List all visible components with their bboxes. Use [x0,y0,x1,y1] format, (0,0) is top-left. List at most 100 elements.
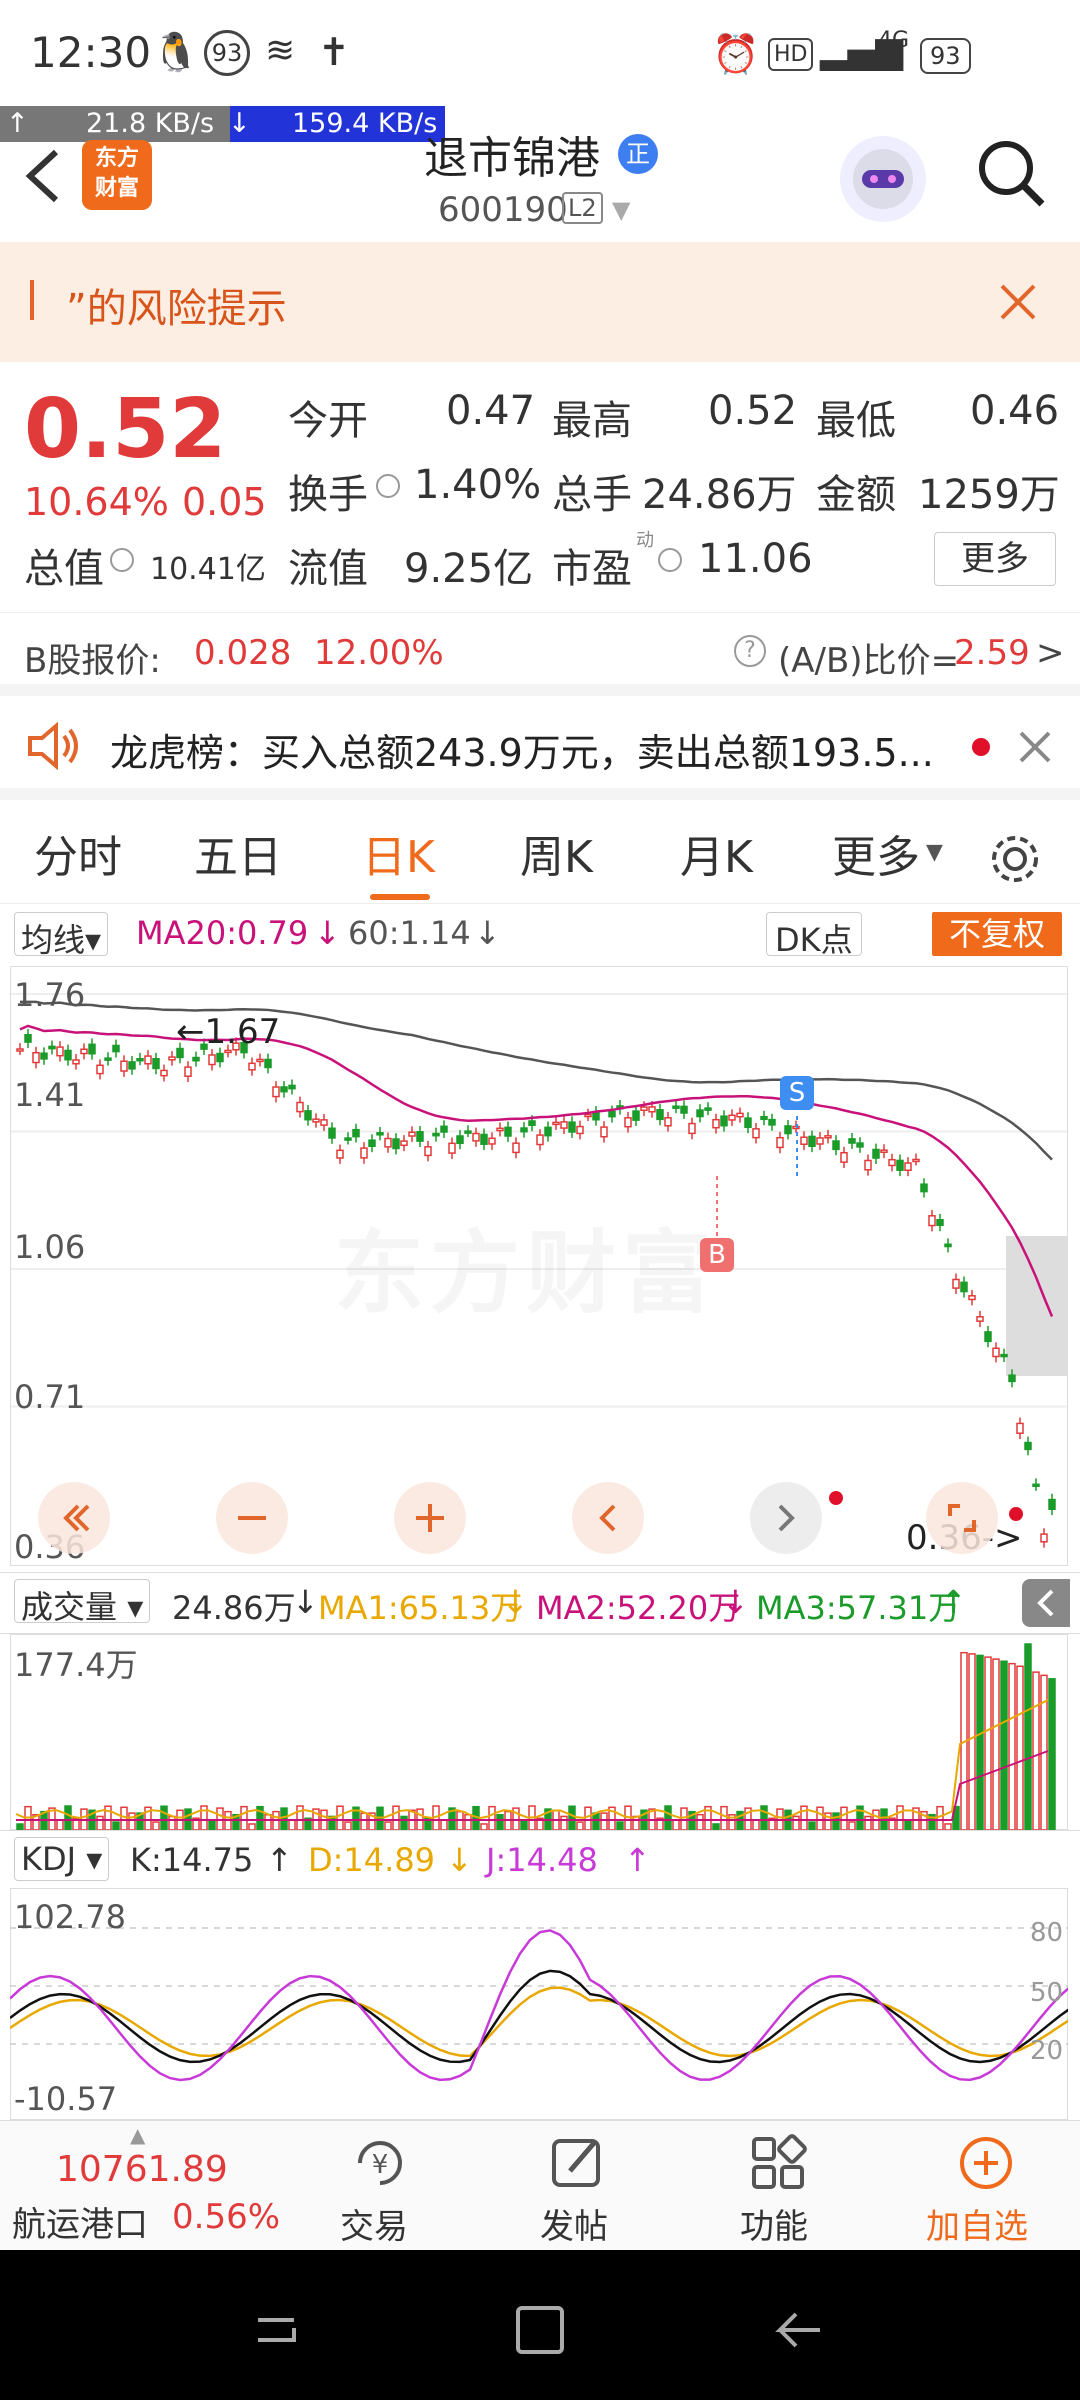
candle-body [568,1121,576,1133]
candle-body [504,1126,512,1137]
volume-bar [384,1821,392,1830]
add-watchlist-button[interactable]: 加自选 [912,2125,1062,2247]
caret-down-icon[interactable]: ▼ [926,840,943,865]
candle-body [800,1136,808,1145]
info-icon[interactable] [658,548,682,572]
search-icon[interactable] [974,136,1048,210]
candle-body [520,1127,528,1133]
volume-bar [896,1805,904,1830]
functions-button[interactable]: 功能 [722,2125,832,2247]
candle-body [944,1243,952,1248]
candle-body [584,1113,592,1118]
candle-body [560,1121,568,1129]
candle-body [824,1135,832,1139]
volume-bar [264,1813,272,1830]
edit-icon [552,2139,600,2187]
candle-body [968,1295,976,1301]
candle-body [872,1148,880,1159]
eastmoney-logo[interactable]: 东方 财富 [82,140,152,210]
fullscreen-button[interactable] [926,1482,998,1554]
kline-chart-area[interactable]: 均线▾ MA20:0.79 ↓ 60:1.14 ↓ DK点 不复权 东方财富 1… [0,904,1080,2120]
help-icon[interactable]: ? [734,635,766,667]
tab-five-day[interactable]: 五日 [194,812,282,904]
home-icon[interactable] [510,2300,570,2360]
candle-body [488,1137,496,1145]
candle-body [648,1106,656,1113]
pe-ratio: 11.06 [698,536,813,582]
tab-intraday[interactable]: 分时 [34,812,122,904]
chevron-down-icon[interactable]: ▼ [612,196,630,224]
candle-body [496,1127,504,1132]
volume-bar [992,1658,1000,1830]
zoom-out-button[interactable] [216,1482,288,1554]
kdj-j-line [10,1929,1068,2082]
volume-bar [760,1805,768,1830]
trade-button[interactable]: ¥ 交易 [322,2125,432,2247]
sell-marker[interactable]: S [780,1076,814,1110]
chevron-right-icon: > [1036,633,1065,673]
tab-more[interactable]: 更多 [832,812,920,904]
more-button[interactable]: 更多 [934,532,1056,586]
candle-body [896,1159,904,1171]
svg-text:¥: ¥ [372,2150,389,2180]
ma20-value: MA20:0.79 [136,914,309,952]
candle-body [936,1218,944,1227]
kdj-frame [10,1888,1068,2120]
candle-body [264,1058,272,1069]
post-button[interactable]: 发帖 [522,2125,632,2247]
pan-left-button[interactable] [572,1482,644,1554]
ma-select[interactable]: 均线▾ [14,912,109,959]
candle-body [600,1126,608,1138]
candle-body [384,1137,392,1148]
info-icon[interactable] [110,548,134,572]
watermark: 东方财富 [334,1200,718,1330]
volume-bar [584,1806,592,1830]
settings-icon[interactable] [988,832,1042,886]
kdj-select[interactable]: KDJ ▾ [14,1837,110,1881]
adjust-select[interactable]: 不复权 [932,912,1062,956]
volume-bar [904,1819,912,1830]
change-abs: 0.05 [182,480,267,524]
indicator-select[interactable]: 成交量 ▾ [14,1579,151,1626]
zoom-to-start-button[interactable] [38,1482,110,1554]
candle-body [712,1118,720,1129]
buy-marker[interactable]: B [700,1238,734,1272]
dragon-tiger-row[interactable]: 龙虎榜：买入总额243.9万元，卖出总额193.5... [0,696,1080,800]
volume-chart[interactable] [10,1634,1068,1830]
candle-body [544,1126,552,1137]
robot-assistant-icon[interactable] [840,136,926,222]
collapse-panel-button[interactable] [1022,1579,1070,1627]
candle-body [440,1125,448,1133]
recent-apps-icon[interactable] [250,2300,310,2360]
stock-header: ↑ 21.8 KB/s ↓ 159.4 KB/s 东方 财富 退市锦港 正 60… [0,106,1080,242]
tab-daily-k[interactable]: 日K [362,812,435,904]
pan-right-button[interactable] [750,1482,822,1554]
nav-back-icon[interactable] [770,2300,830,2360]
back-icon[interactable] [22,146,66,206]
alarm-icon: ⏰ [712,32,760,76]
candle-body [912,1158,920,1163]
b-share-row[interactable]: B股报价: 0.028 12.00% ? (A/B)比价= 2.59 > [0,612,1080,696]
dk-point-select[interactable]: DK点 [766,912,862,959]
tab-monthly-k[interactable]: 月K [680,812,753,904]
volume-bar [392,1805,400,1830]
risk-banner[interactable]: ”的风险提示 [0,242,1080,362]
sector-index[interactable]: ▲ 10761.89 航运港口 0.56% [0,2121,290,2251]
volume-bar [696,1813,704,1830]
candle-body [304,1110,312,1121]
tab-weekly-k[interactable]: 周K [520,812,593,904]
candle-body [776,1136,784,1149]
candle-body [448,1142,456,1154]
candle-body [296,1101,304,1113]
info-icon[interactable] [376,474,400,498]
volume-bar [664,1805,672,1830]
candle-body [248,1062,256,1071]
candle-body [856,1142,864,1148]
level2-badge[interactable]: L2 [562,192,603,224]
kdj-chart[interactable] [10,1888,1068,2120]
close-icon[interactable] [1018,730,1052,764]
high-label: ←1.67 [176,1012,281,1052]
close-icon[interactable] [998,282,1038,322]
zoom-in-button[interactable] [394,1482,466,1554]
volume-bar [848,1821,856,1830]
